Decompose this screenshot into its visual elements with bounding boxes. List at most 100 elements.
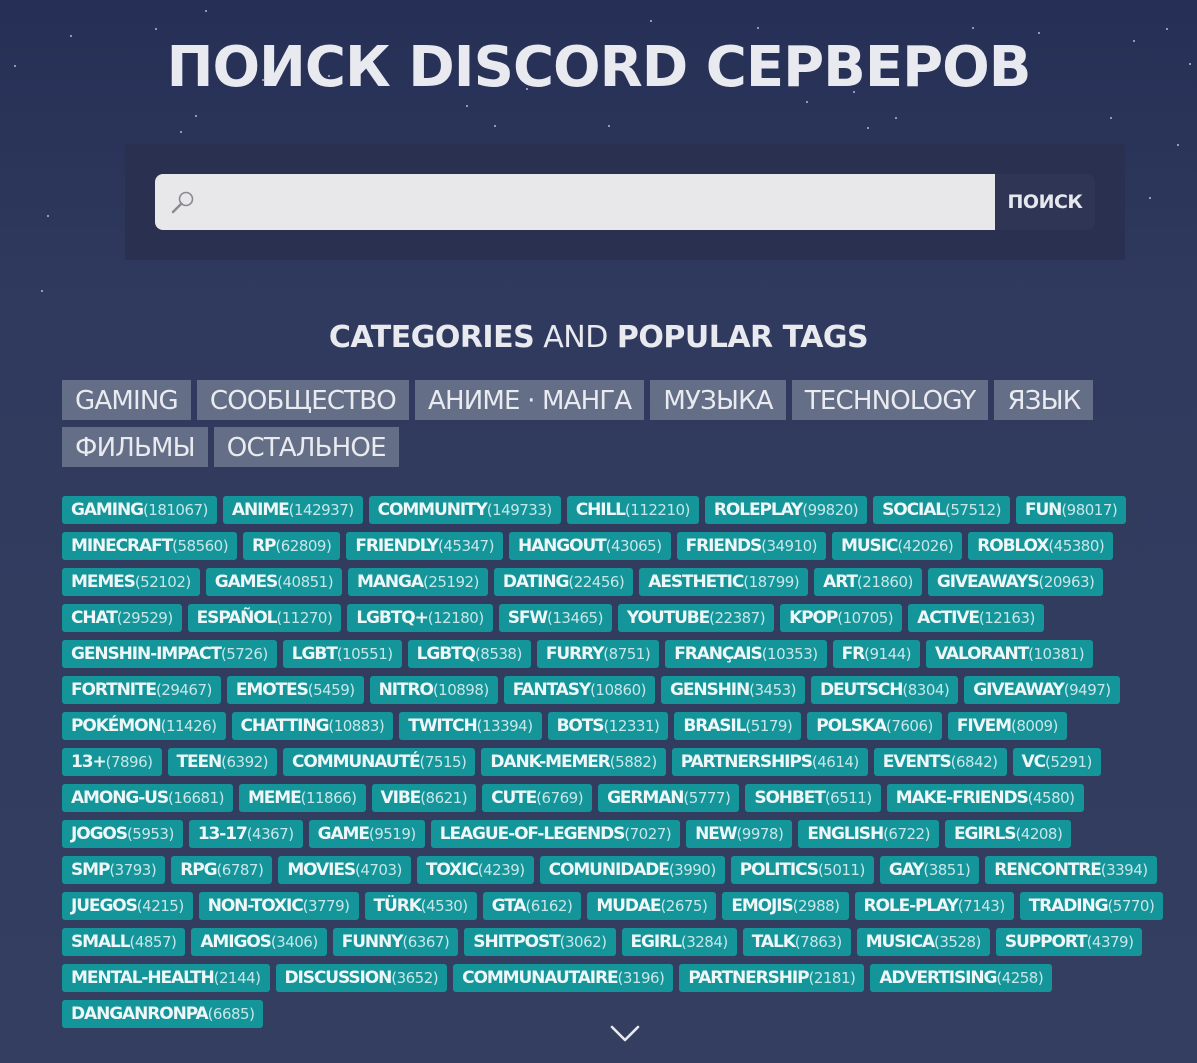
tag-chip[interactable]: POLSKA(7606) xyxy=(807,712,942,740)
tag-chip[interactable]: ART(21860) xyxy=(814,568,922,596)
tag-chip[interactable]: PARTNERSHIPS(4614) xyxy=(671,748,868,776)
tag-chip[interactable]: MAKE-FRIENDS(4580) xyxy=(886,784,1084,812)
tag-chip[interactable]: AMONG-US(16681) xyxy=(62,784,233,812)
tag-chip[interactable]: AESTHETIC(18799) xyxy=(639,568,809,596)
tag-chip[interactable]: FR(9144) xyxy=(832,640,921,668)
tag-chip[interactable]: SMP(3793) xyxy=(62,856,166,884)
tag-chip[interactable]: TWITCH(13394) xyxy=(399,712,542,740)
tag-chip[interactable]: SOCIAL(57512) xyxy=(873,496,1010,524)
tag-chip[interactable]: POKÉMON(11426) xyxy=(62,712,226,740)
category-button[interactable]: СООБЩЕСТВО xyxy=(196,380,409,420)
tag-chip[interactable]: FUNNY(6367) xyxy=(332,928,459,956)
tag-chip[interactable]: ROBLOX(45380) xyxy=(968,532,1114,560)
tag-chip[interactable]: FIVEM(8009) xyxy=(947,712,1067,740)
tag-chip[interactable]: FUN(98017) xyxy=(1015,496,1127,524)
tag-chip[interactable]: NITRO(10898) xyxy=(369,676,498,704)
tag-chip[interactable]: AMIGOS(3406) xyxy=(191,928,327,956)
tag-chip[interactable]: ENGLISH(6722) xyxy=(798,820,939,848)
tag-chip[interactable]: PARTNERSHIP(2181) xyxy=(679,964,865,992)
tag-chip[interactable]: GENSHIN-IMPACT(5726) xyxy=(62,640,277,668)
tag-chip[interactable]: TALK(7863) xyxy=(742,928,851,956)
tag-chip[interactable]: DANGANRONPA(6685) xyxy=(62,1000,264,1028)
tag-chip[interactable]: MEMES(52102) xyxy=(62,568,200,596)
tag-chip[interactable]: COMMUNITY(149733) xyxy=(368,496,561,524)
tag-chip[interactable]: GIVEAWAY(9497) xyxy=(964,676,1120,704)
tag-chip[interactable]: DATING(22456) xyxy=(493,568,634,596)
tag-chip[interactable]: LGBTQ(8538) xyxy=(407,640,531,668)
tag-chip[interactable]: SHITPOST(3062) xyxy=(464,928,616,956)
tag-chip[interactable]: BOTS(12331) xyxy=(547,712,669,740)
tag-chip[interactable]: GAMING(181067) xyxy=(62,496,217,524)
tag-chip[interactable]: LGBTQ+(12180) xyxy=(347,604,493,632)
tag-chip[interactable]: CHATTING(10883) xyxy=(231,712,394,740)
tag-chip[interactable]: COMUNIDADE(3990) xyxy=(539,856,725,884)
tag-chip[interactable]: RP(62809) xyxy=(243,532,341,560)
tag-chip[interactable]: VIBE(8621) xyxy=(371,784,477,812)
tag-chip[interactable]: SMALL(4857) xyxy=(62,928,186,956)
tag-chip[interactable]: GENSHIN(3453) xyxy=(661,676,806,704)
tag-chip[interactable]: EMOJIS(2988) xyxy=(722,892,849,920)
tag-chip[interactable]: TRADING(5770) xyxy=(1019,892,1164,920)
search-input[interactable] xyxy=(207,174,991,232)
search-button[interactable]: ПОИСК xyxy=(995,174,1095,230)
tag-chip[interactable]: RENCONTRE(3394) xyxy=(985,856,1157,884)
category-button[interactable]: ФИЛЬМЫ xyxy=(62,427,208,467)
tag-chip[interactable]: GAY(3851) xyxy=(879,856,980,884)
category-button[interactable]: МУЗЫКА xyxy=(650,380,786,420)
tag-chip[interactable]: EGIRL(3284) xyxy=(621,928,737,956)
tag-chip[interactable]: MOVIES(4703) xyxy=(278,856,411,884)
tag-chip[interactable]: FRANÇAIS(10353) xyxy=(665,640,827,668)
tag-chip[interactable]: POLITICS(5011) xyxy=(730,856,874,884)
tag-chip[interactable]: ROLEPLAY(99820) xyxy=(704,496,868,524)
tag-chip[interactable]: MUSIC(42026) xyxy=(832,532,963,560)
tag-chip[interactable]: KPOP(10705) xyxy=(780,604,903,632)
tag-chip[interactable]: MUSICA(3528) xyxy=(856,928,990,956)
tag-chip[interactable]: RPG(6787) xyxy=(171,856,273,884)
tag-chip[interactable]: GAME(9519) xyxy=(308,820,425,848)
tag-chip[interactable]: DISCUSSION(3652) xyxy=(275,964,448,992)
tag-chip[interactable]: 13+(7896) xyxy=(62,748,162,776)
tag-chip[interactable]: LGBT(10551) xyxy=(282,640,402,668)
tag-chip[interactable]: FURRY(8751) xyxy=(536,640,660,668)
tag-chip[interactable]: 13-17(4367) xyxy=(188,820,303,848)
tag-chip[interactable]: JUEGOS(4215) xyxy=(62,892,193,920)
tag-chip[interactable]: VC(5291) xyxy=(1012,748,1101,776)
tag-chip[interactable]: MEME(11866) xyxy=(238,784,366,812)
category-button[interactable]: GAMING xyxy=(62,380,191,420)
tag-chip[interactable]: MENTAL-HEALTH(2144) xyxy=(62,964,270,992)
tag-chip[interactable]: ACTIVE(12163) xyxy=(908,604,1044,632)
tag-chip[interactable]: ESPAÑOL(11270) xyxy=(187,604,342,632)
tag-chip[interactable]: FRIENDS(34910) xyxy=(676,532,827,560)
category-button[interactable]: ЯЗЫК xyxy=(994,380,1094,420)
tag-chip[interactable]: FRIENDLY(45347) xyxy=(346,532,503,560)
tag-chip[interactable]: DEUTSCH(8304) xyxy=(811,676,959,704)
tag-chip[interactable]: MUDAE(2675) xyxy=(587,892,717,920)
tag-chip[interactable]: CHILL(112210) xyxy=(566,496,699,524)
tag-chip[interactable]: DANK-MEMER(5882) xyxy=(481,748,666,776)
tag-chip[interactable]: TOXIC(4239) xyxy=(416,856,534,884)
tag-chip[interactable]: GERMAN(5777) xyxy=(598,784,740,812)
tag-chip[interactable]: EVENTS(6842) xyxy=(873,748,1007,776)
tag-chip[interactable]: VALORANT(10381) xyxy=(926,640,1094,668)
tag-chip[interactable]: GTA(6162) xyxy=(482,892,582,920)
search-box[interactable] xyxy=(155,174,995,232)
tag-chip[interactable]: NEW(9978) xyxy=(686,820,793,848)
tag-chip[interactable]: COMMUNAUTAIRE(3196) xyxy=(453,964,674,992)
tag-chip[interactable]: GAMES(40851) xyxy=(205,568,343,596)
tag-chip[interactable]: BRASIL(5179) xyxy=(674,712,802,740)
tag-chip[interactable]: FANTASY(10860) xyxy=(503,676,655,704)
tag-chip[interactable]: ANIME(142937) xyxy=(222,496,363,524)
tag-chip[interactable]: EMOTES(5459) xyxy=(226,676,364,704)
tag-chip[interactable]: TÜRK(4530) xyxy=(364,892,477,920)
tag-chip[interactable]: SOHBET(6511) xyxy=(745,784,881,812)
tag-chip[interactable]: NON-TOXIC(3779) xyxy=(198,892,359,920)
category-button[interactable]: TECHNOLOGY xyxy=(791,380,989,420)
tag-chip[interactable]: MANGA(25192) xyxy=(348,568,488,596)
tag-chip[interactable]: COMMUNAUTÉ(7515) xyxy=(283,748,476,776)
tag-chip[interactable]: CUTE(6769) xyxy=(482,784,593,812)
tag-chip[interactable]: SFW(13465) xyxy=(498,604,612,632)
tag-chip[interactable]: YOUTUBE(22387) xyxy=(617,604,775,632)
tag-chip[interactable]: LEAGUE-OF-LEGENDS(7027) xyxy=(430,820,681,848)
tag-chip[interactable]: ADVERTISING(4258) xyxy=(870,964,1053,992)
category-button[interactable]: АНИМЕ · МАНГА xyxy=(414,380,645,420)
